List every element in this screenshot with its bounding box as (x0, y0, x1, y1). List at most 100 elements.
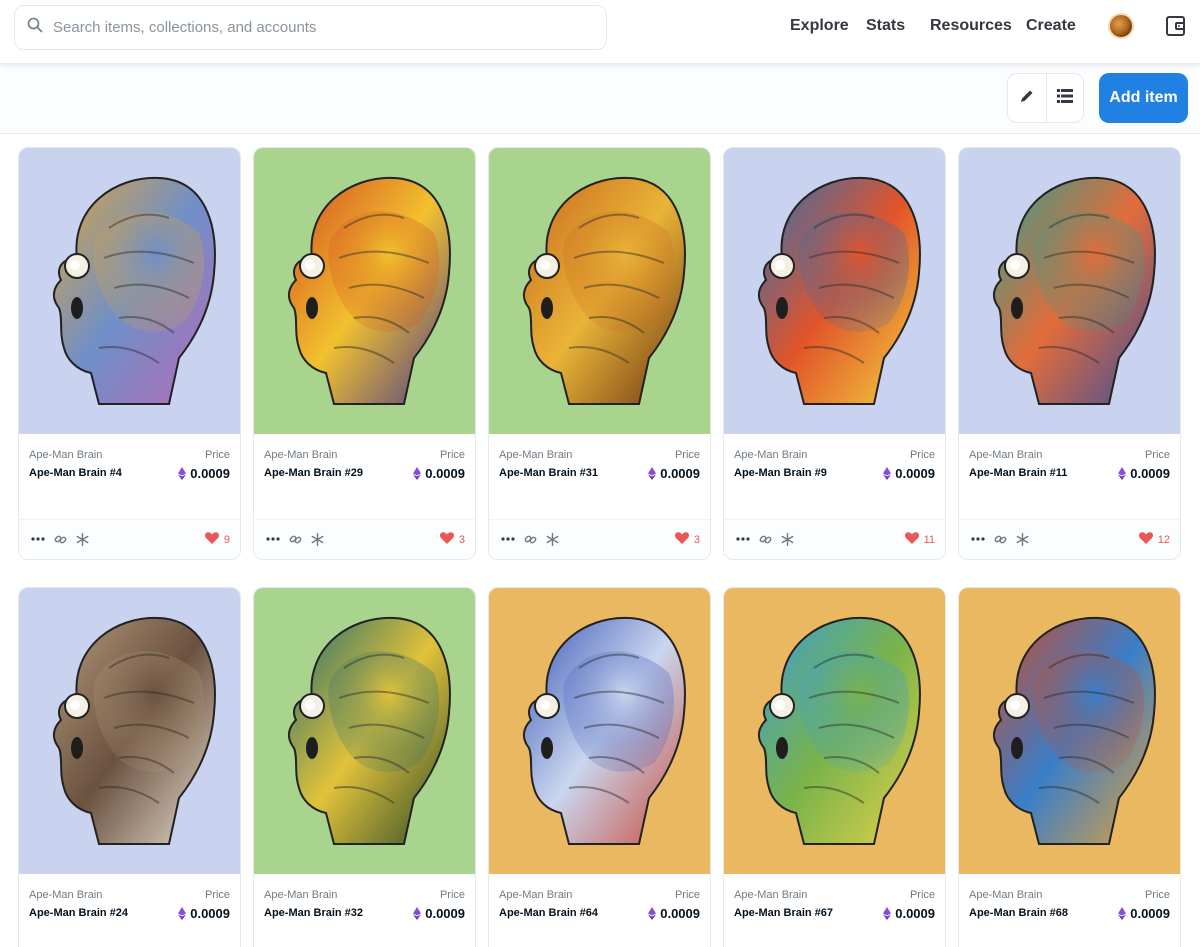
item-name[interactable]: Ape-Man Brain #68 (969, 907, 1068, 919)
item-image[interactable] (959, 588, 1180, 874)
item-name[interactable]: Ape-Man Brain #32 (264, 907, 363, 919)
collection-name[interactable]: Ape-Man Brain (264, 889, 337, 901)
item-info: Ape-Man Brain Price Ape-Man Brain #4 0.0… (19, 434, 240, 519)
item-info: Ape-Man Brain Price Ape-Man Brain #29 0.… (254, 434, 475, 519)
item-image[interactable] (724, 148, 945, 434)
link-icon[interactable] (523, 532, 537, 546)
freeze-icon[interactable] (310, 532, 324, 546)
item-name[interactable]: Ape-Man Brain #4 (29, 467, 122, 479)
nav-stats[interactable]: Stats (866, 17, 905, 35)
collection-name[interactable]: Ape-Man Brain (29, 889, 102, 901)
item-card[interactable]: Ape-Man Brain Price Ape-Man Brain #31 0.… (488, 147, 711, 560)
collection-name[interactable]: Ape-Man Brain (734, 449, 807, 461)
item-card[interactable]: Ape-Man Brain Price Ape-Man Brain #11 0.… (958, 147, 1181, 560)
profile-avatar[interactable] (1108, 13, 1134, 39)
list-view-button[interactable] (1045, 74, 1084, 122)
heart-icon (904, 532, 919, 547)
item-image[interactable] (489, 588, 710, 874)
like-button[interactable]: 3 (439, 532, 465, 547)
like-count: 11 (923, 533, 935, 546)
item-info: Ape-Man Brain Price Ape-Man Brain #67 0.… (724, 874, 945, 947)
search-bar[interactable] (14, 5, 607, 50)
item-card[interactable]: Ape-Man Brain Price Ape-Man Brain #68 0.… (958, 587, 1181, 947)
item-card[interactable]: Ape-Man Brain Price Ape-Man Brain #24 0.… (18, 587, 241, 947)
more-options-icon[interactable] (501, 532, 515, 546)
like-button[interactable]: 9 (204, 532, 230, 547)
link-icon[interactable] (53, 532, 67, 546)
item-card[interactable]: Ape-Man Brain Price Ape-Man Brain #29 0.… (253, 147, 476, 560)
item-image[interactable] (254, 588, 475, 874)
freeze-icon[interactable] (1015, 532, 1029, 546)
item-info: Ape-Man Brain Price Ape-Man Brain #68 0.… (959, 874, 1180, 947)
item-name[interactable]: Ape-Man Brain #67 (734, 907, 833, 919)
edit-button[interactable] (1008, 74, 1046, 122)
item-price: 0.0009 (413, 466, 465, 481)
nav-resources[interactable]: Resources (930, 17, 1012, 35)
price-label: Price (674, 889, 700, 901)
freeze-icon[interactable] (780, 532, 794, 546)
collection-name[interactable]: Ape-Man Brain (969, 449, 1042, 461)
add-item-button[interactable]: Add item (1099, 73, 1188, 123)
like-count: 12 (1157, 533, 1170, 546)
item-info: Ape-Man Brain Price Ape-Man Brain #64 0.… (489, 874, 710, 947)
price-value: 0.0009 (660, 466, 700, 481)
pencil-icon (1019, 88, 1035, 109)
item-card[interactable]: Ape-Man Brain Price Ape-Man Brain #67 0.… (723, 587, 946, 947)
collection-name[interactable]: Ape-Man Brain (734, 889, 807, 901)
collection-name[interactable]: Ape-Man Brain (264, 449, 337, 461)
item-price: 0.0009 (883, 906, 935, 921)
like-button[interactable]: 12 (1138, 532, 1170, 547)
item-name[interactable]: Ape-Man Brain #11 (969, 467, 1067, 479)
ethereum-icon (648, 907, 657, 920)
price-label: Price (204, 449, 230, 461)
item-card[interactable]: Ape-Man Brain Price Ape-Man Brain #32 0.… (253, 587, 476, 947)
item-name[interactable]: Ape-Man Brain #64 (499, 907, 598, 919)
item-info: Ape-Man Brain Price Ape-Man Brain #32 0.… (254, 874, 475, 947)
list-icon (1056, 88, 1073, 108)
item-info: Ape-Man Brain Price Ape-Man Brain #9 0.0… (724, 434, 945, 519)
more-options-icon[interactable] (31, 532, 45, 546)
item-image[interactable] (19, 588, 240, 874)
heart-icon (439, 532, 454, 547)
price-value: 0.0009 (895, 906, 935, 921)
collection-name[interactable]: Ape-Man Brain (29, 449, 102, 461)
item-image[interactable] (959, 148, 1180, 434)
more-options-icon[interactable] (736, 532, 750, 546)
item-price: 0.0009 (1118, 466, 1170, 481)
freeze-icon[interactable] (545, 532, 559, 546)
item-image[interactable] (254, 148, 475, 434)
price-label: Price (204, 889, 230, 901)
item-name[interactable]: Ape-Man Brain #24 (29, 907, 128, 919)
collection-name[interactable]: Ape-Man Brain (499, 449, 572, 461)
nav-create[interactable]: Create (1026, 17, 1076, 35)
item-info: Ape-Man Brain Price Ape-Man Brain #31 0.… (489, 434, 710, 519)
like-count: 9 (223, 533, 230, 546)
like-button[interactable]: 3 (674, 532, 700, 547)
more-options-icon[interactable] (971, 532, 985, 546)
nav-explore[interactable]: Explore (790, 17, 849, 35)
item-card[interactable]: Ape-Man Brain Price Ape-Man Brain #4 0.0… (18, 147, 241, 560)
item-name[interactable]: Ape-Man Brain #31 (499, 467, 598, 479)
like-button[interactable]: 11 (904, 532, 935, 547)
wallet-icon[interactable] (1165, 14, 1187, 43)
collection-name[interactable]: Ape-Man Brain (969, 889, 1042, 901)
item-image[interactable] (724, 588, 945, 874)
item-name[interactable]: Ape-Man Brain #29 (264, 467, 363, 479)
freeze-icon[interactable] (75, 532, 89, 546)
heart-icon (674, 532, 689, 547)
item-price: 0.0009 (648, 466, 700, 481)
link-icon[interactable] (758, 532, 772, 546)
link-icon[interactable] (993, 532, 1007, 546)
search-input[interactable] (53, 19, 593, 36)
collection-name[interactable]: Ape-Man Brain (499, 889, 572, 901)
price-value: 0.0009 (190, 906, 230, 921)
more-options-icon[interactable] (266, 532, 280, 546)
price-label: Price (674, 449, 700, 461)
item-image[interactable] (19, 148, 240, 434)
item-card[interactable]: Ape-Man Brain Price Ape-Man Brain #9 0.0… (723, 147, 946, 560)
item-card[interactable]: Ape-Man Brain Price Ape-Man Brain #64 0.… (488, 587, 711, 947)
item-price: 0.0009 (648, 906, 700, 921)
link-icon[interactable] (288, 532, 302, 546)
item-name[interactable]: Ape-Man Brain #9 (734, 467, 827, 479)
item-image[interactable] (489, 148, 710, 434)
